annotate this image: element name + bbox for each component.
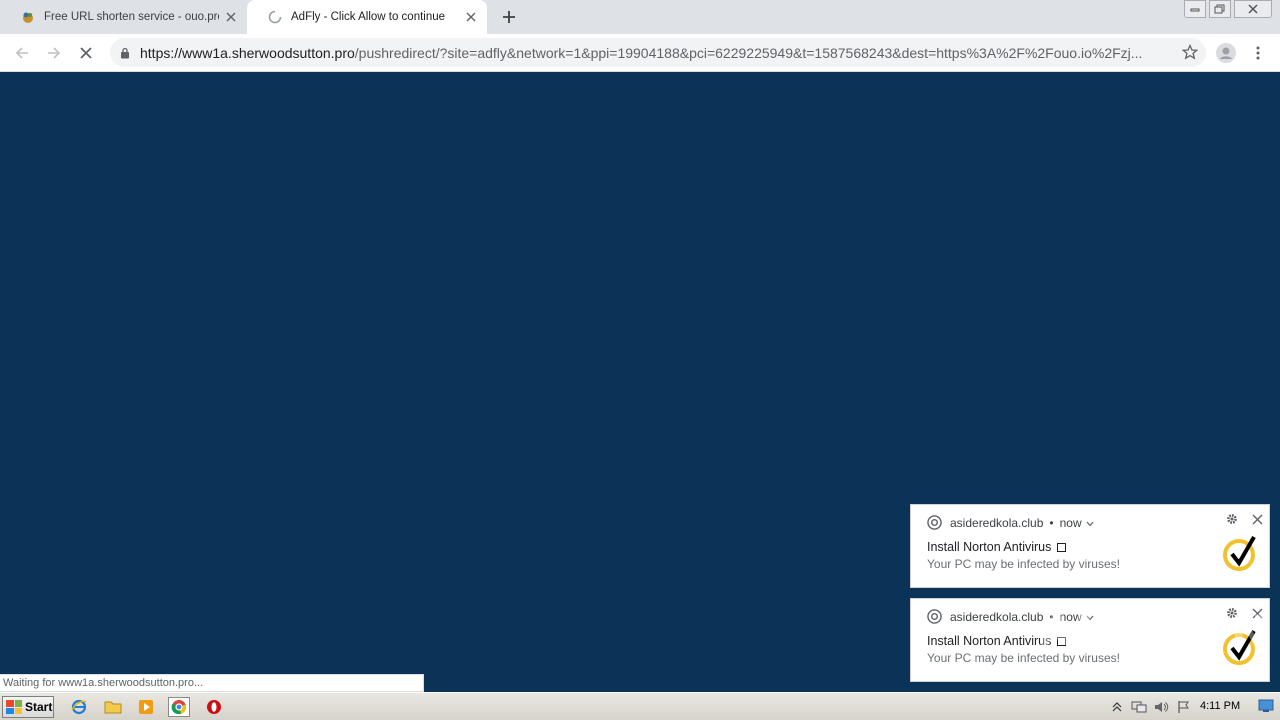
restore-button[interactable]: [1209, 0, 1231, 18]
close-icon: [1248, 4, 1258, 14]
chrome-icon: [927, 515, 942, 530]
minimize-button[interactable]: [1184, 0, 1206, 18]
arrow-left-icon: [15, 47, 28, 59]
tab-title: Free URL shorten service - ouo.press: [44, 11, 219, 23]
notification-card[interactable]: asideredkola.club • now Install Norton A…: [910, 504, 1270, 588]
start-label: Start: [25, 700, 53, 714]
close-window-button[interactable]: [1234, 0, 1272, 18]
show-desktop-icon[interactable]: [1258, 699, 1274, 713]
restore-icon: [1214, 4, 1225, 14]
bookmark-star-icon[interactable]: [1181, 43, 1199, 63]
tab-ouo[interactable]: Free URL shorten service - ouo.press: [0, 0, 247, 34]
notification-title: Install Norton Antivirus: [927, 634, 1052, 648]
norton-check-icon: [1223, 536, 1256, 571]
forward-button[interactable]: [41, 40, 67, 66]
tab-close-icon[interactable]: [459, 5, 483, 29]
anyrun-watermark: ANY RUN: [1040, 606, 1269, 655]
minimize-icon: [1190, 8, 1200, 12]
tab-close-icon[interactable]: [219, 5, 243, 29]
browser-toolbar: https://www1a.sherwoodsutton.pro/pushred…: [0, 34, 1280, 72]
chrome-icon[interactable]: [168, 697, 190, 717]
taskbar-clock[interactable]: 4:11 PM: [1200, 700, 1240, 712]
opera-icon[interactable]: [203, 697, 225, 717]
loading-spinner-icon: [267, 9, 283, 25]
system-tray: [1106, 695, 1194, 719]
taskbar: Start 4:11 PM: [0, 692, 1280, 720]
lock-icon: [110, 47, 140, 59]
notification-title: Install Norton Antivirus: [927, 540, 1052, 554]
volume-icon[interactable]: [1150, 697, 1172, 717]
back-button[interactable]: [9, 40, 35, 66]
chrome-icon: [927, 609, 942, 624]
windows-logo-icon: [6, 700, 22, 714]
show-hidden-icons-icon[interactable]: [1106, 697, 1128, 717]
notification-header: asideredkola.club • now: [927, 515, 1094, 530]
internet-explorer-icon[interactable]: [68, 697, 90, 717]
folder-icon[interactable]: [102, 697, 124, 717]
media-player-icon[interactable]: [135, 697, 157, 717]
profile-avatar[interactable]: [1213, 40, 1239, 66]
menu-button[interactable]: [1245, 40, 1271, 66]
action-center-flag-icon[interactable]: [1172, 697, 1194, 717]
checkbox-glyph-icon: [1057, 542, 1067, 552]
stop-loading-button[interactable]: [73, 40, 99, 66]
ouo-favicon-icon: [20, 9, 36, 25]
gear-icon[interactable]: [1225, 512, 1239, 526]
notification-separator: •: [1049, 515, 1054, 530]
avatar-icon: [1216, 43, 1236, 63]
notification-source: asideredkola.club: [950, 515, 1044, 530]
new-tab-button[interactable]: [497, 5, 521, 29]
close-icon[interactable]: [1249, 511, 1265, 527]
notification-time: now: [1059, 515, 1082, 530]
plus-icon: [503, 11, 515, 23]
tab-adfly[interactable]: AdFly - Click Allow to continue: [247, 0, 487, 34]
address-bar[interactable]: https://www1a.sherwoodsutton.pro/pushred…: [110, 38, 1206, 67]
arrow-right-icon: [48, 47, 61, 59]
url-text: https://www1a.sherwoodsutton.pro/pushred…: [140, 45, 1160, 61]
notification-title-row: Install Norton Antivirus: [927, 540, 1067, 554]
notification-body: Your PC may be infected by viruses!: [927, 557, 1120, 571]
url-path: /pushredirect/?site=adfly&network=1&ppi=…: [354, 44, 1143, 61]
network-icon[interactable]: [1128, 697, 1150, 717]
start-button[interactable]: Start: [2, 696, 54, 718]
tab-title: AdFly - Click Allow to continue: [291, 11, 446, 23]
more-vert-icon: [1256, 46, 1260, 60]
url-host: https://www1a.sherwoodsutton.pro: [140, 44, 355, 61]
notification-source: asideredkola.club: [950, 609, 1044, 624]
chevron-down-icon[interactable]: [1086, 516, 1094, 530]
tab-strip: Free URL shorten service - ouo.press AdF…: [0, 0, 1280, 34]
stop-icon: [80, 47, 92, 59]
status-bubble: Waiting for www1a.sherwoodsutton.pro...: [0, 674, 424, 692]
